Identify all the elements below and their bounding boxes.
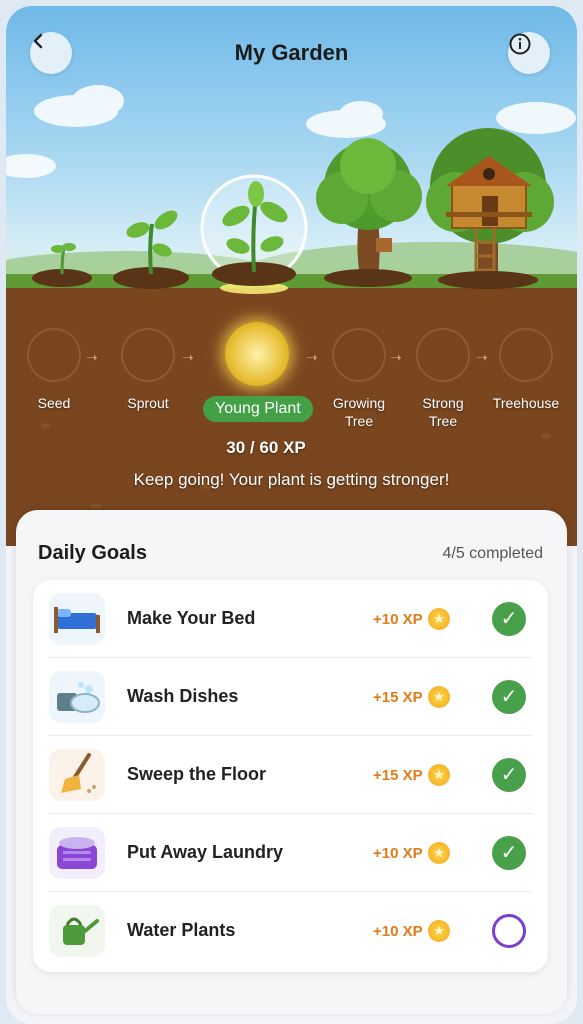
strong-tree-icon	[416, 328, 470, 382]
goal-row[interactable]: Sweep the Floor +15 XP ★ ✓	[33, 736, 548, 814]
goal-xp: +10 XP	[373, 923, 423, 940]
stage-treehouse[interactable]: Treehouse	[481, 328, 571, 412]
seed-icon	[27, 328, 81, 382]
growing-tree-icon	[332, 328, 386, 382]
goal-xp: +15 XP	[373, 689, 423, 706]
goal-row[interactable]: Put Away Laundry +10 XP ★ ✓	[33, 814, 548, 892]
goals-list: Make Your Bed +10 XP ★ ✓ Wash Dishes +15…	[33, 580, 548, 972]
goal-name: Make Your Bed	[127, 608, 256, 628]
goal-xp: +10 XP	[373, 611, 423, 628]
young-plant	[200, 174, 308, 294]
info-icon	[509, 33, 531, 55]
stage-strong-tree[interactable]: Strong Tree	[398, 328, 488, 430]
stage-sprout[interactable]: Sprout	[103, 328, 193, 412]
stage-label: Treehouse	[492, 395, 560, 411]
goals-completed-count: 4/5 completed	[442, 545, 543, 562]
arrow-icon: ➝	[182, 349, 194, 365]
garden-scene: My Garden Seed ➝ Sprout ➝ Young Plant ➝ …	[6, 6, 577, 546]
stage-label: Strong Tree	[422, 395, 464, 429]
goal-done-check[interactable]: ✓	[492, 602, 526, 636]
treehouse-icon	[499, 328, 553, 382]
goal-xp: +15 XP	[373, 767, 423, 784]
dishes-icon	[49, 671, 105, 723]
encouragement-message: Keep going! Your plant is getting strong…	[133, 470, 450, 489]
star-coin-icon: ★	[428, 920, 450, 942]
xp-progress: 30 / 60 XP	[226, 438, 306, 457]
sprout-plant	[113, 210, 189, 289]
app-screen: My Garden Seed ➝ Sprout ➝ Young Plant ➝ …	[6, 6, 577, 1024]
star-coin-icon: ★	[428, 764, 450, 786]
stage-label: Seed	[37, 395, 71, 411]
bed-icon	[49, 593, 105, 645]
stage-label: Growing Tree	[332, 395, 386, 429]
info-button[interactable]	[508, 32, 550, 74]
daily-goals-title: Daily Goals	[38, 542, 147, 564]
stage-label: Sprout	[127, 395, 169, 411]
goal-done-check[interactable]: ✓	[492, 836, 526, 870]
stage-young-plant[interactable]: Young Plant	[203, 322, 313, 422]
stage-seed[interactable]: Seed	[9, 328, 99, 412]
goal-row[interactable]: Water Plants +10 XP ★	[33, 892, 548, 970]
broom-icon	[49, 749, 105, 801]
goal-done-check[interactable]: ✓	[492, 758, 526, 792]
star-coin-icon: ★	[428, 842, 450, 864]
page-title: My Garden	[234, 40, 349, 65]
goal-name: Water Plants	[127, 920, 236, 940]
star-coin-icon: ★	[428, 686, 450, 708]
laundry-basket-icon	[49, 827, 105, 879]
goal-done-check[interactable]: ✓	[492, 680, 526, 714]
goal-name: Put Away Laundry	[127, 842, 284, 862]
goal-name: Sweep the Floor	[127, 764, 267, 784]
star-coin-icon: ★	[428, 608, 450, 630]
goal-pending-checkbox[interactable]	[492, 914, 526, 948]
daily-goals-panel: Daily Goals 4/5 completed Make Your Bed …	[16, 510, 567, 1014]
goal-row[interactable]: Wash Dishes +15 XP ★ ✓	[33, 658, 548, 736]
goal-name: Wash Dishes	[127, 686, 239, 706]
goal-row[interactable]: Make Your Bed +10 XP ★ ✓	[33, 580, 548, 658]
sprout-icon	[121, 328, 175, 382]
watering-can-icon	[49, 905, 105, 957]
stage-growing-tree[interactable]: Growing Tree	[314, 328, 404, 430]
stage-label-active: Young Plant	[203, 396, 313, 422]
goal-xp: +10 XP	[373, 845, 423, 862]
young-plant-icon	[225, 322, 289, 386]
garden-illustration	[6, 85, 577, 546]
